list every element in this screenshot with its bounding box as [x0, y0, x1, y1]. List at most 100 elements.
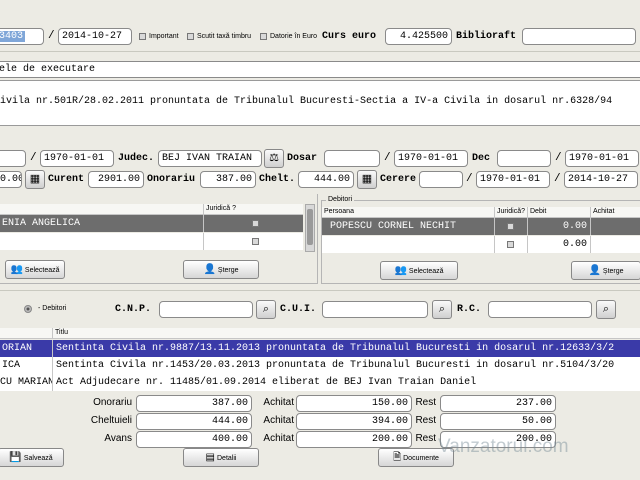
debit-cell: 0.00	[527, 236, 590, 253]
important-checkbox[interactable]	[139, 33, 146, 40]
button-label: Salvează	[23, 455, 53, 462]
nr-short-field[interactable]	[0, 150, 26, 167]
search-icon[interactable]: ⌕	[256, 300, 276, 319]
list-name: ICA	[2, 360, 21, 371]
table-row[interactable]: ORIAN Sentinta Civila nr.9887/13.11.2013…	[0, 340, 640, 357]
date-field[interactable]: 2014-10-27	[58, 28, 132, 45]
button-label: Șterge	[217, 267, 239, 274]
nr-value: 3403	[0, 31, 26, 42]
floppy-icon: 💾	[9, 452, 22, 463]
button-label: Detalii	[217, 455, 237, 462]
table-row[interactable]: CU MARIAN Act Adjudecare nr. 11485/01.09…	[0, 374, 640, 391]
scutit-label: Scutit taxă timbru	[197, 33, 252, 40]
col-achitat: Achitat	[590, 207, 614, 217]
avans-total-field[interactable]: 400.00	[136, 431, 252, 448]
slash: /	[466, 173, 473, 185]
list-titlu: Act Adjudecare nr. 11485/01.09.2014 elib…	[52, 374, 640, 391]
button-label: Selectează	[408, 268, 444, 275]
users-icon: 👥	[394, 265, 407, 276]
datorie-euro-label: Datorie în Euro	[270, 33, 318, 40]
datorie-euro-checkbox[interactable]	[260, 33, 267, 40]
juridica-checkbox[interactable]	[507, 223, 514, 230]
juridica-checkbox[interactable]	[507, 241, 514, 248]
chelt-field[interactable]: 444.00	[298, 171, 354, 188]
biblioraft-field[interactable]	[522, 28, 636, 45]
achitat-field-1[interactable]: 150.00	[296, 395, 412, 412]
documents-icon: 🗎	[393, 452, 402, 463]
debitori-select-button[interactable]: 👥 Selectează	[380, 261, 458, 280]
rest-label: Rest	[415, 415, 436, 426]
value-left-field[interactable]: 0.00	[0, 171, 22, 188]
search-icon[interactable]: ⌕	[596, 300, 616, 319]
table-row[interactable]: POPESCU CORNEL NECHIT 0.00	[322, 218, 640, 235]
table-row[interactable]: ENIA ANGELICA	[0, 215, 303, 232]
list-header: Titlu	[0, 328, 640, 339]
gavel-icon[interactable]: ⚖	[264, 149, 284, 168]
dosar-field[interactable]	[324, 150, 380, 167]
creditori-header: Juridică ?	[0, 204, 303, 215]
details-icon: ▤	[205, 452, 215, 463]
table-row[interactable]: 0.00	[322, 236, 640, 253]
achitat-cell	[590, 218, 640, 235]
save-button[interactable]: 💾 Salvează	[0, 448, 64, 467]
cerere-date-field[interactable]: 1970-01-01	[476, 171, 550, 188]
achitat-label: Achitat	[263, 415, 294, 426]
rest-label: Rest	[415, 397, 436, 408]
radio-icon[interactable]	[24, 305, 32, 313]
creditori-delete-button[interactable]: 👤 Șterge	[183, 260, 259, 279]
debitor-name	[322, 236, 494, 253]
dec-label: Dec	[472, 153, 491, 164]
debitori-header: Persoana Juridică? Debit Achitat	[322, 207, 640, 218]
dec-field[interactable]	[497, 150, 551, 167]
date-field-1[interactable]: 1970-01-01	[40, 150, 114, 167]
search-icon[interactable]: ⌕	[432, 300, 452, 319]
calculator-icon[interactable]: ▦	[25, 170, 45, 189]
achitat-field-2[interactable]: 394.00	[296, 413, 412, 430]
curent-field[interactable]: 2901.00	[88, 171, 144, 188]
debitori-delete-button[interactable]: 👤 Șterge	[571, 261, 640, 280]
cerere-date-field-2[interactable]: 2014-10-27	[564, 171, 638, 188]
achitat-field-3[interactable]: 200.00	[296, 431, 412, 448]
details-button[interactable]: ▤ Detalii	[183, 448, 259, 467]
juridica-checkbox[interactable]	[252, 238, 259, 245]
important-label: Important	[149, 33, 179, 40]
juridica-cell	[203, 215, 303, 232]
onorariu-total-field[interactable]: 387.00	[136, 395, 252, 412]
chelt-label: Chelt.	[259, 174, 296, 185]
achitat-label: Achitat	[263, 433, 294, 444]
juridica-checkbox[interactable]	[252, 220, 259, 227]
curs-euro-field[interactable]: 4.425500	[385, 28, 452, 45]
debit-cell: 0.00	[527, 218, 590, 235]
user-remove-icon: 👤	[203, 264, 216, 275]
scrollbar[interactable]	[305, 204, 315, 252]
col-persoana: Persoana	[324, 208, 354, 215]
table-row[interactable]: ICA Sentinta Civila nr.1453/20.03.2013 p…	[0, 357, 640, 374]
titlu-type-field[interactable]: ele de executare	[0, 61, 640, 78]
list-titlu: Sentinta Civila nr.9887/13.11.2013 pronu…	[52, 340, 640, 357]
debitori-panel: Debitori Persoana Juridică? Debit Achita…	[321, 195, 640, 284]
date-field-2[interactable]: 1970-01-01	[394, 150, 468, 167]
calculator-icon[interactable]: ▦	[357, 170, 377, 189]
achitat-cell	[590, 236, 640, 253]
cheltuieli-total-field[interactable]: 444.00	[136, 413, 252, 430]
creditori-select-button[interactable]: 👥 Selectează	[5, 260, 65, 279]
cerere-field[interactable]	[419, 171, 463, 188]
date-field-3[interactable]: 1970-01-01	[565, 150, 639, 167]
scrollbar-thumb[interactable]	[307, 209, 313, 245]
cui-field[interactable]	[322, 301, 428, 318]
rest-field-1[interactable]: 237.00	[440, 395, 556, 412]
col-titlu: Titlu	[52, 328, 68, 338]
onorariu-label: Onorariu	[147, 174, 196, 185]
button-label: Documente	[403, 455, 439, 462]
rest-field-2[interactable]: 50.00	[440, 413, 556, 430]
onorariu-field[interactable]: 387.00	[200, 171, 256, 188]
col-juridica: Juridică ?	[203, 204, 236, 214]
nr-field[interactable]: 3403	[0, 28, 44, 45]
curs-euro-label: Curs euro	[322, 31, 377, 42]
rc-field[interactable]	[488, 301, 592, 318]
scutit-checkbox[interactable]	[187, 33, 194, 40]
cnp-field[interactable]	[159, 301, 253, 318]
table-row[interactable]	[0, 233, 303, 250]
button-label: Șterge	[602, 268, 624, 275]
judec-field[interactable]: BEJ IVAN TRAIAN	[158, 150, 262, 167]
